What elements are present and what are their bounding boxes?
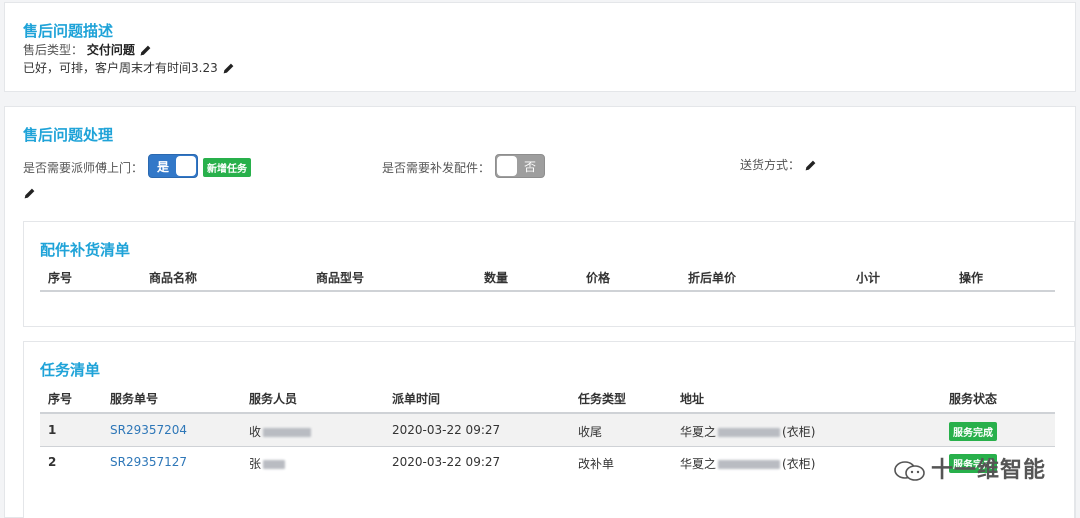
dispatch-toggle-knob bbox=[176, 156, 196, 176]
watermark: 十一维智能 bbox=[893, 452, 1046, 484]
parts-col-discount: 折后单价 bbox=[688, 271, 737, 285]
task-row-1-no: 1 bbox=[48, 423, 57, 437]
task-row-2-staff: 张 bbox=[249, 455, 286, 472]
task-row-1-addr-pre: 华夏之 bbox=[680, 425, 717, 439]
task-row-1-staff: 收 bbox=[249, 423, 312, 440]
task-col-order: 服务单号 bbox=[110, 392, 159, 406]
task-row-2-addr-pre: 华夏之 bbox=[680, 457, 717, 471]
desc-title: 售后问题描述 bbox=[23, 22, 114, 40]
aftersale-type-value: 交付问题 bbox=[86, 43, 135, 57]
table-row bbox=[40, 414, 1055, 446]
aftersale-type-row: 售后类型： 交付问题 bbox=[23, 41, 152, 58]
parts-col-subtotal: 小计 bbox=[856, 271, 881, 285]
redacted-block bbox=[718, 460, 781, 469]
parts-list-title: 配件补货清单 bbox=[40, 241, 131, 259]
task-row-1-order-link[interactable]: SR29357204 bbox=[110, 423, 187, 437]
wechat-icon bbox=[894, 461, 925, 481]
parts-toggle-text: 否 bbox=[523, 160, 536, 174]
desc-note-row: 已好，可排，客户周末才有时间3.23 bbox=[23, 59, 235, 76]
parts-header-divider bbox=[40, 290, 1055, 292]
parts-col-no: 序号 bbox=[48, 271, 73, 285]
task-row-2-type: 改补单 bbox=[578, 457, 615, 471]
task-row-2-time: 2020-03-22 09:27 bbox=[392, 455, 501, 469]
delivery-label-text: 送货方式： bbox=[740, 158, 801, 172]
handle-title: 售后问题处理 bbox=[23, 126, 114, 144]
task-col-time: 派单时间 bbox=[392, 392, 441, 406]
task-row-1-time: 2020-03-22 09:27 bbox=[392, 423, 501, 437]
task-list-title: 任务清单 bbox=[40, 361, 101, 379]
parts-list-panel: 配件补货清单 序号 商品名称 商品型号 数量 价格 折后单价 小计 操作 bbox=[23, 221, 1075, 327]
task-row-2-order-link[interactable]: SR29357127 bbox=[110, 455, 187, 469]
task-list-panel: 任务清单 序号 服务单号 服务人员 派单时间 任务类型 地址 服务状态 1 SR… bbox=[23, 341, 1075, 518]
redacted-block bbox=[718, 428, 781, 437]
row-divider bbox=[40, 446, 1055, 447]
task-row-2-staff-text: 张 bbox=[249, 457, 262, 471]
delivery-label: 送货方式： bbox=[740, 156, 817, 173]
task-col-addr: 地址 bbox=[680, 392, 705, 406]
task-col-status: 服务状态 bbox=[949, 392, 998, 406]
desc-note: 已好，可排，客户周末才有时间3.23 bbox=[23, 61, 218, 75]
dispatch-toggle-text: 是 bbox=[157, 160, 170, 174]
redacted-block bbox=[263, 460, 286, 469]
parts-col-price: 价格 bbox=[586, 271, 611, 285]
task-row-2-addr-post: (衣柜) bbox=[782, 457, 816, 471]
dispatch-toggle[interactable]: 是 bbox=[148, 154, 198, 178]
parts-toggle-knob bbox=[497, 156, 517, 176]
watermark-text: 十一维智能 bbox=[930, 458, 1046, 483]
task-col-staff: 服务人员 bbox=[249, 392, 298, 406]
redacted-block bbox=[263, 428, 312, 437]
aftersale-type-label: 售后类型： bbox=[23, 43, 84, 57]
task-row-1-staff-text: 收 bbox=[249, 425, 262, 439]
dispatch-label: 是否需要派师傅上门： bbox=[23, 161, 144, 175]
task-col-type: 任务类型 bbox=[578, 392, 627, 406]
task-row-1-status-badge: 服务完成 bbox=[949, 422, 997, 441]
parts-col-model: 商品型号 bbox=[316, 271, 365, 285]
parts-col-qty: 数量 bbox=[484, 271, 509, 285]
parts-label: 是否需要补发配件： bbox=[382, 161, 491, 175]
task-col-no: 序号 bbox=[48, 392, 73, 406]
task-row-2-no: 2 bbox=[48, 455, 57, 469]
edit-type-pencil-icon[interactable] bbox=[139, 44, 152, 57]
add-task-button[interactable]: 新增任务 bbox=[203, 158, 251, 177]
task-row-1-type: 收尾 bbox=[578, 425, 603, 439]
task-row-1-addr-post: (衣柜) bbox=[782, 425, 816, 439]
task-row-2-addr: 华夏之 (衣柜) bbox=[680, 455, 815, 472]
parts-toggle[interactable]: 否 bbox=[495, 154, 545, 178]
parts-col-action: 操作 bbox=[959, 271, 984, 285]
task-row-1-addr: 华夏之 (衣柜) bbox=[680, 423, 815, 440]
edit-delivery-pencil-icon[interactable] bbox=[804, 159, 817, 172]
edit-pencil-icon[interactable] bbox=[23, 187, 36, 200]
edit-note-pencil-icon[interactable] bbox=[222, 62, 235, 75]
desc-panel: 售后问题描述 售后类型： 交付问题 已好，可排，客户周末才有时间3.23 bbox=[4, 2, 1076, 92]
parts-col-name: 商品名称 bbox=[149, 271, 198, 285]
